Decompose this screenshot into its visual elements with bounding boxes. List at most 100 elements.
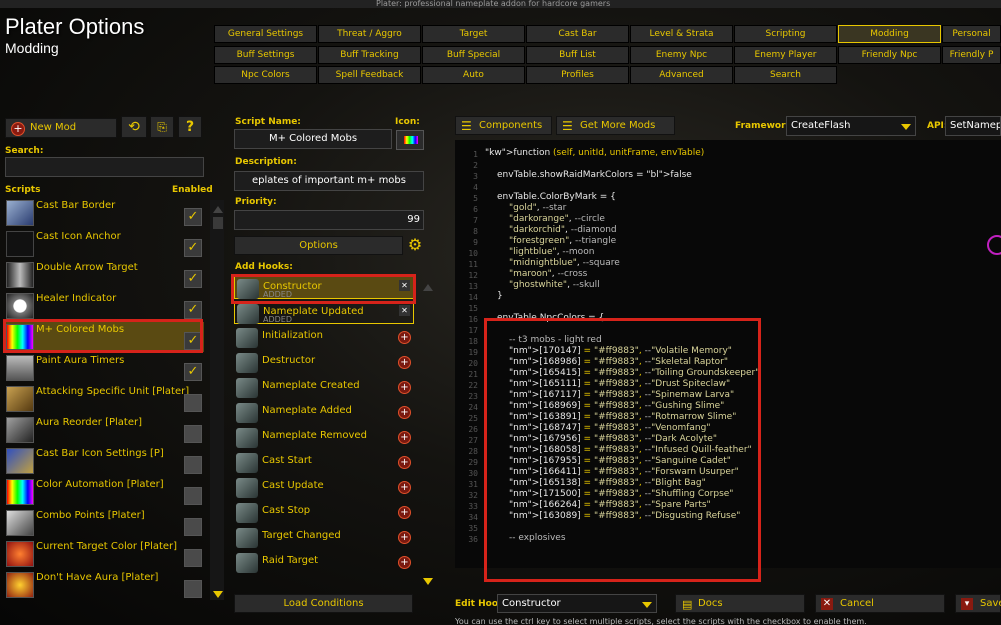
tab-buff-list[interactable]: Buff List (526, 46, 629, 64)
options-button[interactable]: Options (234, 236, 403, 255)
tab-search[interactable]: Search (734, 66, 837, 84)
tab-scripting[interactable]: Scripting (734, 25, 837, 43)
framework-dropdown[interactable]: CreateFlash (786, 116, 916, 136)
enabled-checkbox[interactable]: ✓ (184, 301, 202, 319)
docs-button[interactable]: ▤ Docs (675, 594, 805, 613)
script-row[interactable]: Current Target Color [Plater] (4, 539, 204, 569)
script-row[interactable]: Healer Indicator ✓ (4, 291, 204, 321)
enabled-checkbox[interactable]: ✓ (184, 363, 202, 381)
scroll-down-arrow-icon[interactable] (213, 591, 223, 598)
add-hook-icon[interactable]: + (398, 331, 411, 344)
tab-modding[interactable]: Modding (838, 25, 941, 43)
import-icon[interactable]: ⟲ (121, 116, 147, 138)
hook-row[interactable]: Cast Start + (234, 451, 414, 474)
add-hook-icon[interactable]: + (398, 356, 411, 369)
bottom-hint: You can use the ctrl key to select multi… (455, 618, 867, 625)
line-number: 10 (468, 249, 478, 258)
line-number: 22 (468, 381, 478, 390)
hook-row[interactable]: Nameplate Added + (234, 401, 414, 424)
save-button[interactable]: ▾ Save (955, 594, 1001, 613)
tab-profiles[interactable]: Profiles (526, 66, 629, 84)
tab-personal[interactable]: Personal (942, 25, 1001, 43)
get-more-mods-button[interactable]: ☰ Get More Mods (556, 116, 675, 135)
hooks-scroll-down-icon[interactable] (423, 578, 433, 585)
script-name: Paint Aura Timers (36, 355, 125, 366)
priority-input[interactable]: 99 (234, 210, 424, 230)
tab-friendly-player[interactable]: Friendly P (942, 46, 1001, 64)
add-hook-icon[interactable]: + (398, 531, 411, 544)
script-row[interactable]: Cast Icon Anchor ✓ (4, 229, 204, 259)
components-button[interactable]: ☰ Components (455, 116, 552, 135)
scroll-thumb[interactable] (213, 217, 223, 229)
tab-spell-feedback[interactable]: Spell Feedback (318, 66, 421, 84)
hook-row[interactable]: Initialization + (234, 326, 414, 349)
tab-enemy-npc[interactable]: Enemy Npc (630, 46, 733, 64)
tab-threat-aggro[interactable]: Threat / Aggro (318, 25, 421, 43)
add-hook-icon[interactable]: + (398, 381, 411, 394)
hook-row[interactable]: Nameplate Updated ADDED ✕ (234, 301, 414, 324)
enabled-checkbox[interactable] (184, 456, 202, 474)
hook-row[interactable]: Target Changed + (234, 526, 414, 549)
enabled-checkbox[interactable] (184, 425, 202, 443)
tab-cast-bar[interactable]: Cast Bar (526, 25, 629, 43)
help-icon[interactable]: ? (178, 116, 202, 138)
remove-hook-icon[interactable]: ✕ (399, 305, 410, 316)
hook-row[interactable]: Cast Stop + (234, 501, 414, 524)
tab-advanced[interactable]: Advanced (630, 66, 733, 84)
edit-hook-dropdown[interactable]: Constructor (497, 594, 657, 613)
enabled-checkbox[interactable]: ✓ (184, 270, 202, 288)
cancel-button[interactable]: ✕ Cancel (815, 594, 945, 613)
enabled-checkbox[interactable] (184, 580, 202, 598)
tab-level-strata[interactable]: Level & Strata (630, 25, 733, 43)
api-dropdown[interactable]: SetNameplat (945, 116, 1001, 136)
script-row[interactable]: Paint Aura Timers ✓ (4, 353, 204, 383)
enabled-checkbox[interactable]: ✓ (184, 239, 202, 257)
new-mod-button[interactable]: + New Mod (5, 118, 117, 138)
hook-row[interactable]: Destructor + (234, 351, 414, 374)
tab-buff-settings[interactable]: Buff Settings (214, 46, 317, 64)
enabled-checkbox[interactable] (184, 487, 202, 505)
script-row[interactable]: Don't Have Aura [Plater] (4, 570, 204, 600)
search-input[interactable] (5, 157, 204, 177)
load-conditions-button[interactable]: Load Conditions (234, 594, 413, 613)
enabled-checkbox[interactable] (184, 549, 202, 567)
tab-buff-special[interactable]: Buff Special (422, 46, 525, 64)
script-row[interactable]: Attacking Specific Unit [Plater] (4, 384, 204, 414)
hook-row[interactable]: Raid Target + (234, 551, 414, 574)
tab-target[interactable]: Target (422, 25, 525, 43)
enabled-checkbox[interactable]: ✓ (184, 208, 202, 226)
script-row[interactable]: Double Arrow Target ✓ (4, 260, 204, 290)
tab-buff-tracking[interactable]: Buff Tracking (318, 46, 421, 64)
scroll-up-arrow-icon[interactable] (213, 206, 223, 213)
hook-icon (236, 328, 258, 348)
script-row[interactable]: Cast Bar Border ✓ (4, 198, 204, 228)
enabled-checkbox[interactable] (184, 394, 202, 412)
tab-npc-colors[interactable]: Npc Colors (214, 66, 317, 84)
script-row[interactable]: Aura Reorder [Plater] (4, 415, 204, 445)
tab-auto[interactable]: Auto (422, 66, 525, 84)
script-list-scrollbar[interactable] (210, 200, 224, 600)
gear-icon[interactable]: ⚙ (406, 236, 424, 254)
script-row[interactable]: Color Automation [Plater] (4, 477, 204, 507)
icon-picker-button[interactable] (396, 130, 424, 150)
add-hook-icon[interactable]: + (398, 406, 411, 419)
script-name-input[interactable]: M+ Colored Mobs (234, 129, 392, 149)
enabled-checkbox[interactable] (184, 518, 202, 536)
tab-friendly-npc[interactable]: Friendly Npc (838, 46, 941, 64)
export-icon[interactable]: ⎘ (150, 116, 174, 138)
tab-enemy-player[interactable]: Enemy Player (734, 46, 837, 64)
add-hook-icon[interactable]: + (398, 556, 411, 569)
hook-name: Nameplate Created (262, 380, 360, 391)
add-hook-icon[interactable]: + (398, 506, 411, 519)
hook-row[interactable]: Cast Update + (234, 476, 414, 499)
description-input[interactable]: eplates of important m+ mobs (234, 171, 424, 191)
hook-row[interactable]: Nameplate Removed + (234, 426, 414, 449)
tab-general-settings[interactable]: General Settings (214, 25, 317, 43)
script-row[interactable]: Combo Points [Plater] (4, 508, 204, 538)
script-row[interactable]: Cast Bar Icon Settings [P] (4, 446, 204, 476)
add-hook-icon[interactable]: + (398, 456, 411, 469)
hooks-scroll-up-icon[interactable] (423, 284, 433, 291)
add-hook-icon[interactable]: + (398, 431, 411, 444)
add-hook-icon[interactable]: + (398, 481, 411, 494)
hook-row[interactable]: Nameplate Created + (234, 376, 414, 399)
